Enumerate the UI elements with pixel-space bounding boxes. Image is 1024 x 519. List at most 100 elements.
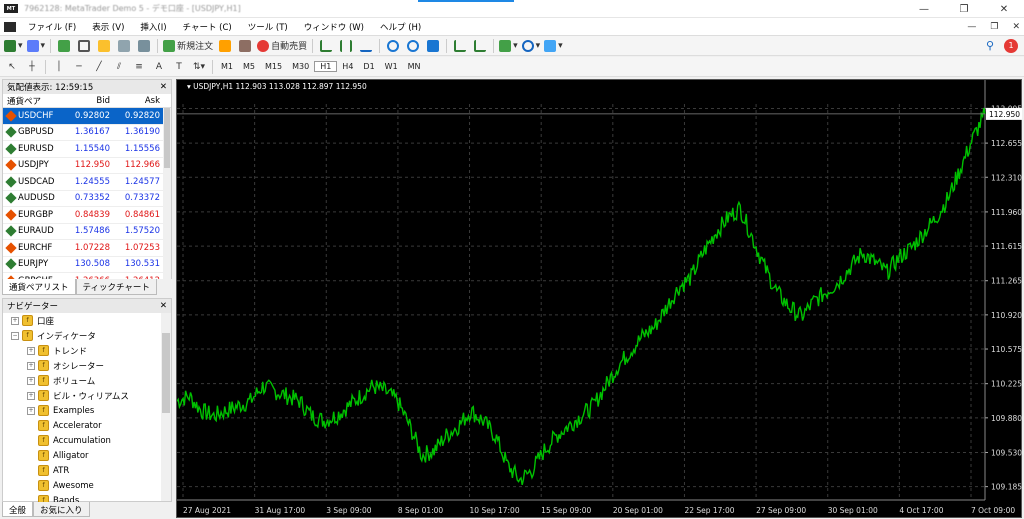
market-watch-row[interactable]: USDJPY 112.950 112.966 <box>3 158 171 174</box>
signals-button[interactable] <box>237 38 253 54</box>
fibonacci-button[interactable]: ≡ <box>131 59 147 75</box>
period-h4[interactable]: H4 <box>337 62 358 71</box>
templates-button[interactable]: ▾ <box>544 38 563 54</box>
zoom-out-button[interactable] <box>405 38 421 54</box>
navigator-item[interactable]: + f 口座 <box>3 313 171 328</box>
navigator-item[interactable]: f Awesome <box>3 478 171 493</box>
notifications-badge[interactable]: 1 <box>1004 38 1018 53</box>
market-watch-button[interactable] <box>56 38 72 54</box>
column-ask[interactable]: Ask <box>113 96 163 106</box>
market-watch-row[interactable]: USDCAD 1.24555 1.24577 <box>3 174 171 191</box>
menu-file[interactable]: ファイル (F) <box>20 21 84 33</box>
tile-windows-button[interactable] <box>425 38 441 54</box>
trend-line-button[interactable]: ╱ <box>91 59 107 75</box>
channel-button[interactable]: ⫽ <box>111 59 127 75</box>
expand-icon[interactable]: + <box>27 391 35 400</box>
period-m30[interactable]: M30 <box>287 62 314 71</box>
chart-window[interactable]: 113.005112.655112.310111.960111.615111.2… <box>176 79 1022 518</box>
scroll-thumb[interactable] <box>164 108 170 168</box>
market-watch-row[interactable]: GBPUSD 1.36167 1.36190 <box>3 125 171 141</box>
chart-shift-button[interactable] <box>472 38 488 54</box>
navigator-item[interactable]: f ATR <box>3 463 171 478</box>
search-icon[interactable]: ⚲ <box>986 39 994 52</box>
navigator-item[interactable]: + f トレンド <box>3 343 171 358</box>
menu-chart[interactable]: チャート (C) <box>175 21 240 33</box>
auto-scroll-button[interactable] <box>452 38 468 54</box>
navigator-item[interactable]: f Accelerator <box>3 418 171 433</box>
crosshair-button[interactable]: ┼ <box>24 59 40 75</box>
expand-icon[interactable]: + <box>27 346 35 355</box>
expand-icon[interactable]: + <box>11 316 19 325</box>
close-icon[interactable]: ✕ <box>160 82 167 92</box>
close-icon[interactable]: ✕ <box>160 301 167 311</box>
navigator-item[interactable]: f Accumulation <box>3 433 171 448</box>
metaeditor-button[interactable] <box>217 38 233 54</box>
indicators-button[interactable]: ▾ <box>499 38 518 54</box>
market-watch-row[interactable]: EURGBP 0.84839 0.84861 <box>3 207 171 224</box>
market-watch-row[interactable]: EURCHF 1.07228 1.07253 <box>3 240 171 257</box>
profiles-button[interactable]: ▾ <box>26 38 45 54</box>
navigator-item[interactable]: + f ボリューム <box>3 373 171 388</box>
tab-favorites[interactable]: お気に入り <box>33 502 90 517</box>
price-chart[interactable]: 113.005112.655112.310111.960111.615111.2… <box>177 80 1023 519</box>
maximize-button[interactable]: ❐ <box>944 0 984 18</box>
expand-icon[interactable]: + <box>27 361 35 370</box>
data-window-button[interactable] <box>76 38 92 54</box>
menu-view[interactable]: 表示 (V) <box>84 21 132 33</box>
mdi-restore-button[interactable]: ❐ <box>990 22 998 32</box>
close-button[interactable]: ✕ <box>984 0 1024 18</box>
menu-tools[interactable]: ツール (T) <box>240 21 296 33</box>
vertical-line-button[interactable]: │ <box>51 59 67 75</box>
period-w1[interactable]: W1 <box>380 62 403 71</box>
bar-chart-button[interactable] <box>318 38 334 54</box>
text-label-button[interactable]: T <box>171 59 187 75</box>
mdi-minimize-button[interactable]: — <box>967 22 976 32</box>
menu-help[interactable]: ヘルプ (H) <box>372 21 429 33</box>
tab-symbols[interactable]: 通貨ペアリスト <box>2 279 76 295</box>
period-mn[interactable]: MN <box>403 62 426 71</box>
menu-insert[interactable]: 挿入(I) <box>132 21 174 33</box>
mdi-close-button[interactable]: ✕ <box>1012 22 1020 32</box>
period-h1[interactable]: H1 <box>314 61 338 72</box>
cursor-button[interactable]: ↖ <box>4 59 20 75</box>
market-watch-row[interactable]: EURJPY 130.508 130.531 <box>3 257 171 273</box>
navigator-item[interactable]: − f インディケータ <box>3 328 171 343</box>
strategy-tester-button[interactable] <box>136 38 152 54</box>
period-m15[interactable]: M15 <box>260 62 287 71</box>
minimize-button[interactable]: — <box>904 0 944 18</box>
period-d1[interactable]: D1 <box>358 62 379 71</box>
new-order-button[interactable]: 新規注文 <box>163 38 213 54</box>
column-bid[interactable]: Bid <box>63 96 113 106</box>
text-button[interactable]: A <box>151 59 167 75</box>
navigator-item[interactable]: + f ビル・ウィリアムス <box>3 388 171 403</box>
new-chart-button[interactable]: ▾ <box>4 38 23 54</box>
line-chart-button[interactable] <box>358 38 374 54</box>
arrows-button[interactable]: ⇅▾ <box>191 59 207 75</box>
expand-icon[interactable]: + <box>27 376 35 385</box>
horizontal-line-button[interactable]: ─ <box>71 59 87 75</box>
column-symbol[interactable]: 通貨ペア <box>3 95 63 107</box>
period-m5[interactable]: M5 <box>238 62 260 71</box>
market-watch-row[interactable]: USDCHF 0.92802 0.92820 <box>3 108 171 125</box>
navigator-button[interactable] <box>96 38 112 54</box>
navigator-item[interactable]: + f オシレーター <box>3 358 171 373</box>
candlestick-button[interactable] <box>338 38 354 54</box>
tab-tick-chart[interactable]: ティックチャート <box>75 279 157 295</box>
zoom-in-button[interactable] <box>385 38 401 54</box>
navigator-item[interactable]: f Alligator <box>3 448 171 463</box>
menu-window[interactable]: ウィンドウ (W) <box>296 21 372 33</box>
market-watch-scrollbar[interactable] <box>163 108 171 293</box>
navigator-item[interactable]: + f Examples <box>3 403 171 418</box>
market-watch-row[interactable]: EURUSD 1.15540 1.15556 <box>3 141 171 158</box>
scroll-thumb[interactable] <box>162 333 170 413</box>
navigator-scrollbar[interactable] <box>161 313 171 501</box>
tab-general[interactable]: 全般 <box>2 502 34 517</box>
expand-icon[interactable]: + <box>27 406 35 415</box>
chart-window-icon[interactable] <box>4 21 16 32</box>
collapse-icon[interactable]: − <box>11 331 19 340</box>
market-watch-row[interactable]: EURAUD 1.57486 1.57520 <box>3 224 171 240</box>
toolbox-button[interactable] <box>116 38 132 54</box>
period-m1[interactable]: M1 <box>216 62 238 71</box>
periods-button[interactable]: ▾ <box>521 38 540 54</box>
auto-trading-button[interactable]: 自動売買 <box>257 38 307 54</box>
